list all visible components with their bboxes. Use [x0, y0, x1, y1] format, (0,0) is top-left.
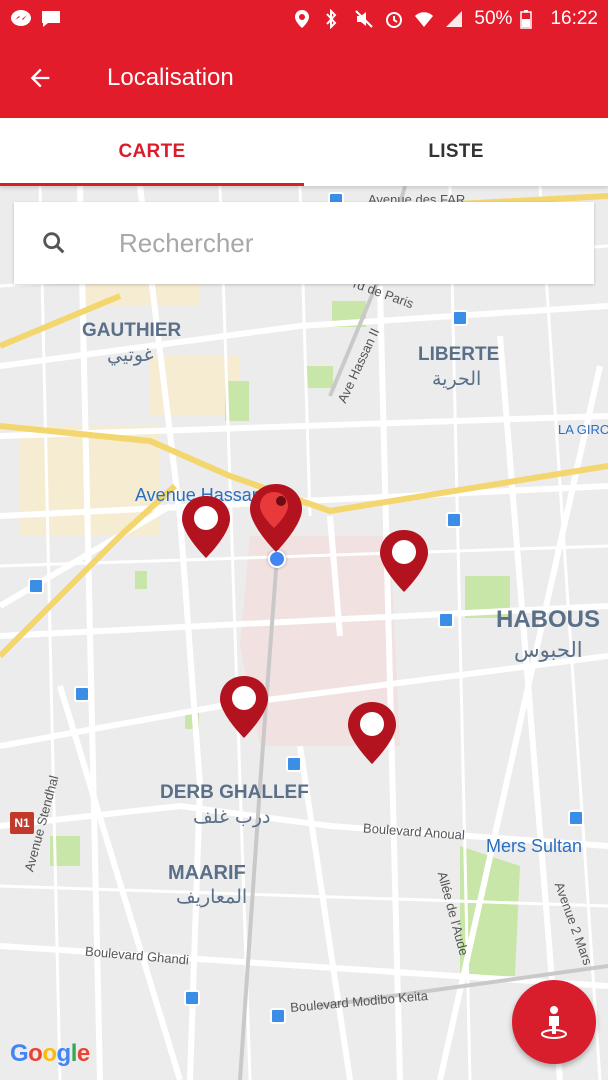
bus-stop-icon: [28, 578, 44, 594]
bus-stop-icon: [286, 756, 302, 772]
search-input[interactable]: [119, 227, 539, 259]
location-pin[interactable]: [218, 674, 270, 740]
bus-stop-icon: [452, 310, 468, 326]
district-label: HABOUS: [496, 606, 601, 633]
district-label-arabic: درب غلف: [193, 806, 271, 828]
location-pin[interactable]: [346, 700, 398, 766]
road-shield: N1: [10, 812, 34, 834]
location-pin[interactable]: [180, 494, 232, 560]
map-pin-icon: [250, 484, 302, 552]
google-logo: Google: [10, 1040, 90, 1067]
map-pin-icon: [182, 496, 230, 558]
arrow-back-icon: [30, 68, 50, 88]
battery-percent: 50%: [474, 8, 513, 29]
location-icon: [294, 9, 316, 29]
district-label: MAARIF: [168, 862, 246, 884]
chat-icon: [40, 9, 62, 29]
map-pin-icon: [220, 676, 268, 738]
tab-carte[interactable]: CARTE: [0, 118, 304, 186]
selected-location-pin[interactable]: [248, 482, 304, 554]
alarm-icon: [384, 9, 406, 29]
tab-liste[interactable]: LISTE: [304, 118, 608, 186]
battery-icon: [520, 9, 542, 29]
my-location-button[interactable]: [512, 980, 596, 1064]
place-label: Mers Sultan: [486, 836, 583, 856]
bluetooth-icon: [324, 8, 346, 30]
bus-stop-icon: [184, 990, 200, 1006]
bus-stop-icon: [438, 612, 454, 628]
app-bar: Localisation: [0, 38, 608, 118]
street-label: LA GIRO: [558, 422, 608, 437]
district-label-arabic: المعاريف: [176, 886, 248, 908]
search-bar: [14, 202, 594, 284]
mute-icon: [354, 9, 376, 29]
map-pin-icon: [348, 702, 396, 764]
back-button[interactable]: [0, 38, 80, 118]
district-label: LIBERTE: [418, 344, 500, 365]
signal-icon: [444, 9, 466, 29]
wifi-icon: [414, 9, 436, 29]
district-label-arabic: غوتيي: [107, 344, 154, 366]
district-label: DERB GHALLEF: [160, 782, 309, 803]
clock: 16:22: [550, 8, 598, 29]
map-pin-icon: [380, 530, 428, 592]
street-view-icon: [541, 1006, 567, 1039]
page-title: Localisation: [107, 64, 234, 91]
search-icon[interactable]: [14, 229, 94, 257]
district-label-arabic: الحرية: [432, 368, 482, 390]
status-bar: 50% 16:22: [0, 0, 608, 38]
location-pin[interactable]: [378, 528, 430, 594]
tab-bar: CARTE LISTE: [0, 118, 608, 186]
map-view[interactable]: Avenue des FAR rd de Paris Ave Hassan II…: [0, 186, 608, 1080]
bus-stop-icon: [74, 686, 90, 702]
bus-stop-icon: [270, 1008, 286, 1024]
bus-stop-icon: [568, 810, 584, 826]
messenger-icon: [10, 9, 32, 29]
district-label-arabic: الحبوس: [514, 638, 583, 662]
district-label: GAUTHIER: [82, 320, 182, 341]
bus-stop-icon: [446, 512, 462, 528]
